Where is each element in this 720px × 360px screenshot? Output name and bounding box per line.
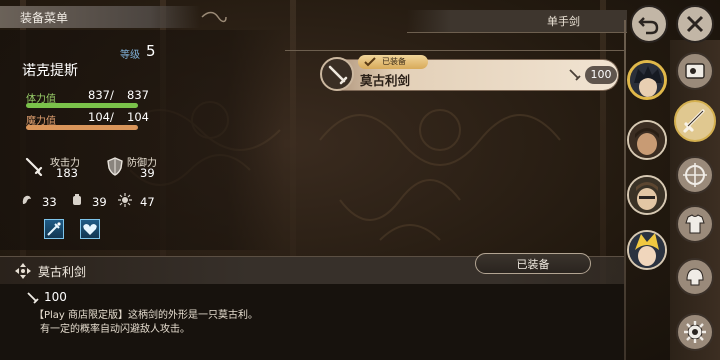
skill-slot-1[interactable] xyxy=(44,219,64,239)
weapon-category-header: 单手剑 xyxy=(407,10,627,33)
back-arrow-icon xyxy=(638,17,659,35)
spirit-value: 47 xyxy=(140,195,155,209)
strength-icon xyxy=(22,195,31,204)
description-line-1: 【Play 商店限定版】这柄剑的外形是一只莫古利。 xyxy=(34,310,259,321)
attack-value: 183 xyxy=(56,166,78,180)
side-tab-accessory-2[interactable] xyxy=(676,258,714,296)
portrait-ignis[interactable] xyxy=(627,175,667,215)
side-tab-accessory[interactable] xyxy=(676,156,714,194)
level-label: 等级 xyxy=(120,50,140,61)
weapon-name: 莫古利剑 xyxy=(360,73,411,88)
mp-current: 104/ xyxy=(88,110,114,124)
dpad-icon xyxy=(15,263,31,279)
settings-button[interactable] xyxy=(676,313,714,351)
mp-bar xyxy=(26,125,138,130)
title-ornament-icon xyxy=(201,11,227,23)
frame-divider xyxy=(624,20,626,360)
detail-attack-value: 100 xyxy=(44,290,67,304)
crosshair-icon xyxy=(683,163,707,187)
side-tab-armor[interactable] xyxy=(676,205,714,243)
armor-icon xyxy=(685,214,705,234)
strength-value: 33 xyxy=(42,195,57,209)
menu-title-bar: 装备菜单 xyxy=(0,6,200,28)
sword-tab-icon xyxy=(683,109,705,133)
side-tab-items[interactable] xyxy=(676,52,714,90)
list-divider xyxy=(285,50,625,51)
weapon-category-label: 单手剑 xyxy=(547,15,580,28)
equipped-tag: 已装备 xyxy=(358,55,428,69)
weapon-list-item[interactable]: 已装备 莫古利剑 100 xyxy=(320,55,618,91)
prompto-portrait-icon xyxy=(629,232,665,268)
skill-slot-2[interactable] xyxy=(80,219,100,239)
noctis-portrait-icon xyxy=(630,63,664,97)
menu-title: 装备菜单 xyxy=(20,11,69,25)
hp-bar xyxy=(26,103,138,108)
weapon-attack-value: 100 xyxy=(585,66,617,84)
attack-stat-icon xyxy=(569,69,581,81)
helmet-icon xyxy=(686,268,704,286)
portrait-noctis[interactable] xyxy=(627,60,667,100)
description-line-2: 有一定的概率自动闪避敌人攻击。 xyxy=(40,324,190,335)
hp-max: 837 xyxy=(127,88,149,102)
back-button[interactable] xyxy=(630,5,668,43)
defense-value: 39 xyxy=(140,166,155,180)
sword-icon xyxy=(25,157,43,176)
sword-icon xyxy=(328,65,348,85)
heart-skill-icon xyxy=(83,224,97,235)
ignis-portrait-icon xyxy=(629,177,665,213)
vitality-icon xyxy=(73,194,81,205)
equipped-tag-label: 已装备 xyxy=(382,57,406,66)
gear-icon xyxy=(684,321,706,343)
spirit-icon xyxy=(118,193,132,207)
mp-bar-fill xyxy=(26,125,138,130)
card-icon xyxy=(685,63,705,79)
check-icon xyxy=(364,57,376,67)
detail-weapon-name: 莫古利剑 xyxy=(38,265,87,279)
shield-icon xyxy=(107,157,123,176)
sword-small-icon xyxy=(27,292,39,304)
mp-max: 104 xyxy=(127,110,149,124)
close-button[interactable] xyxy=(676,5,714,43)
close-icon xyxy=(686,15,704,33)
portrait-prompto[interactable] xyxy=(627,230,667,270)
portrait-gladiolus[interactable] xyxy=(627,120,667,160)
level-value: 5 xyxy=(146,42,156,60)
side-tab-weapon[interactable] xyxy=(674,100,716,142)
sword-skill-icon xyxy=(47,222,61,236)
weapon-icon-frame xyxy=(320,57,354,91)
character-name: 诺克提斯 xyxy=(22,63,78,79)
equipped-button[interactable]: 已装备 xyxy=(475,253,591,274)
vitality-value: 39 xyxy=(92,195,107,209)
hp-bar-fill xyxy=(26,103,138,108)
hp-current: 837/ xyxy=(88,88,114,102)
gladiolus-portrait-icon xyxy=(629,122,665,158)
